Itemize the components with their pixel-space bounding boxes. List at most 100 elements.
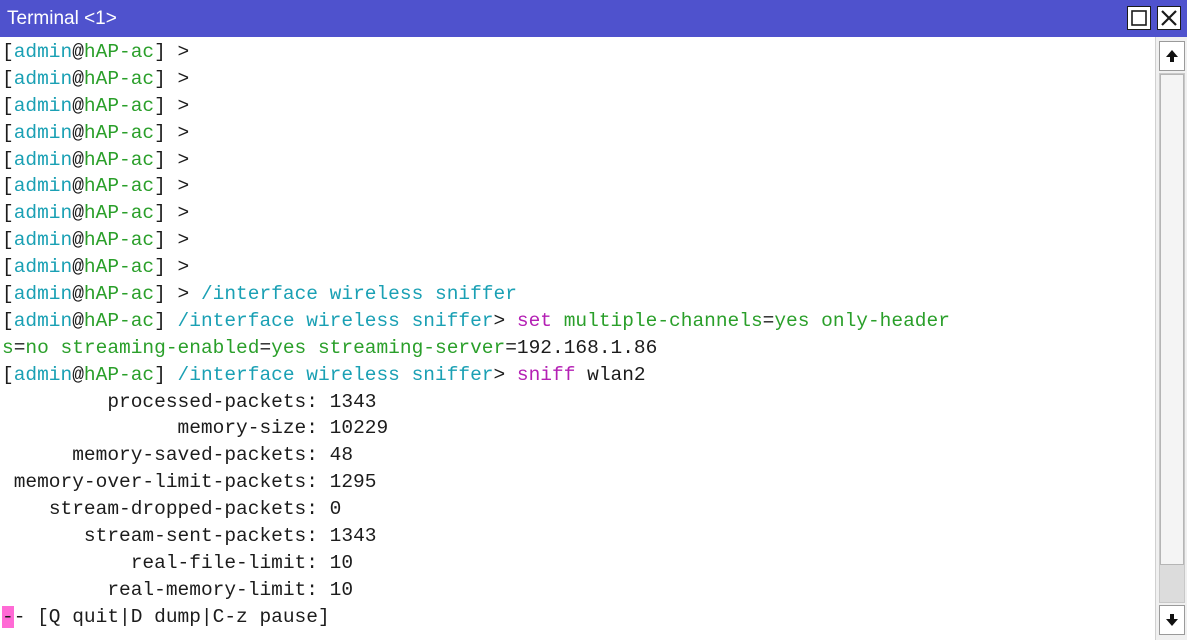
prompt-at: @ [72, 363, 84, 386]
stat-label: memory-over-limit-packets: [13, 471, 318, 494]
prompt-user: admin [13, 148, 73, 171]
prompt-user: admin [13, 121, 73, 144]
command-value: yes [271, 336, 307, 359]
prompt-bracket: ] [154, 363, 166, 386]
stat-value: 10 [329, 551, 354, 574]
prompt-user: admin [13, 202, 73, 225]
prompt-line: [admin@hAP-ac] > [2, 147, 950, 174]
command-param: s [2, 336, 14, 359]
prompt-at: @ [72, 121, 84, 144]
prompt-at: @ [72, 309, 84, 332]
command-param: only-header [821, 309, 950, 332]
prompt-user: admin [13, 309, 73, 332]
prompt-line: [admin@hAP-ac] > [2, 120, 950, 147]
command-equals: = [259, 336, 272, 359]
scroll-track[interactable] [1159, 73, 1185, 603]
prompt-arrow: > [177, 256, 190, 279]
stat-row: memory-size: 10229 [2, 415, 950, 442]
prompt-at: @ [72, 148, 84, 171]
prompt-bracket: ] [154, 256, 166, 279]
maximize-icon [1131, 10, 1147, 26]
prompt-arrow: > [177, 283, 190, 306]
prompt-at: @ [72, 41, 84, 63]
stat-row: memory-saved-packets: 48 [2, 442, 950, 469]
close-button[interactable] [1157, 6, 1181, 30]
command-param: multiple-channels [563, 309, 763, 332]
prompt-line: [admin@hAP-ac] > [2, 200, 950, 227]
status-line: -- [Q quit|D dump|C-z pause] [2, 604, 950, 631]
scroll-thumb[interactable] [1160, 74, 1184, 565]
prompt-bracket: [ [2, 202, 14, 225]
stat-label: real-memory-limit: [107, 578, 318, 601]
title-bar[interactable]: Terminal <1> [0, 0, 1187, 37]
prompt-host: hAP-ac [83, 67, 155, 90]
prompt-user: admin [13, 41, 73, 63]
prompt-arrow: > [177, 148, 190, 171]
prompt-host: hAP-ac [83, 363, 155, 386]
prompt-bracket: [ [2, 309, 14, 332]
command-equals: = [505, 336, 517, 359]
vertical-scrollbar[interactable] [1155, 37, 1187, 640]
prompt-arrow: > [177, 121, 190, 144]
stat-row: stream-sent-packets: 1343 [2, 523, 950, 550]
prompt-arrow: > [177, 67, 190, 90]
prompt-arrow: > [177, 229, 190, 252]
prompt-host: hAP-ac [83, 148, 155, 171]
stat-row: real-file-limit: 10 [2, 550, 950, 577]
prompt-path: /interface wireless sniffer [177, 363, 494, 386]
command-value: 192.168.1.86 [516, 336, 658, 359]
prompt-line: [admin@hAP-ac] > [2, 254, 950, 281]
command-line: [admin@hAP-ac] > /interface wireless sni… [2, 281, 950, 308]
prompt-arrow: > [177, 175, 190, 198]
prompt-host: hAP-ac [83, 121, 155, 144]
prompt-at: @ [72, 94, 84, 117]
prompt-at: @ [72, 256, 84, 279]
prompt-user: admin [13, 67, 73, 90]
terminal-output[interactable]: [admin@hAP-ac] > [admin@hAP-ac] > [admin@h… [0, 37, 1155, 640]
prompt-arrow: > [177, 94, 190, 117]
prompt-bracket: ] [154, 67, 166, 90]
prompt-line: [admin@hAP-ac] > [2, 93, 950, 120]
prompt-bracket: [ [2, 41, 14, 63]
command-value: no [25, 336, 49, 359]
stat-label: real-file-limit: [130, 551, 318, 574]
prompt-bracket: [ [2, 148, 14, 171]
prompt-bracket: ] [154, 229, 166, 252]
prompt-bracket: ] [154, 148, 166, 171]
prompt-at: @ [72, 67, 84, 90]
prompt-bracket: [ [2, 175, 14, 198]
prompt-user: admin [13, 256, 73, 279]
stat-value: 1295 [329, 471, 377, 494]
scroll-down-button[interactable] [1159, 605, 1185, 635]
prompt-bracket: ] [154, 41, 166, 63]
prompt-path: /interface wireless sniffer [177, 309, 494, 332]
prompt-bracket: [ [2, 67, 14, 90]
arrow-down-icon [1166, 614, 1178, 626]
command-line-wrap: s=no streaming-enabled=yes streaming-ser… [2, 335, 950, 362]
prompt-user: admin [13, 229, 73, 252]
command-line: [admin@hAP-ac] /interface wireless sniff… [2, 362, 950, 389]
prompt-bracket: [ [2, 283, 14, 306]
stat-label: stream-sent-packets: [83, 525, 318, 548]
maximize-button[interactable] [1127, 6, 1151, 30]
stat-value: 10229 [329, 417, 389, 440]
prompt-user: admin [13, 363, 73, 386]
prompt-bracket: [ [2, 94, 14, 117]
command-param: streaming-server [317, 336, 506, 359]
close-icon [1161, 10, 1177, 26]
scroll-up-button[interactable] [1159, 41, 1185, 71]
command-arg: wlan2 [587, 363, 646, 386]
prompt-host: hAP-ac [83, 309, 155, 332]
prompt-host: hAP-ac [83, 229, 155, 252]
prompt-at: @ [72, 175, 84, 198]
prompt-host: hAP-ac [83, 175, 155, 198]
command-text: /interface wireless sniffer [200, 283, 517, 306]
prompt-host: hAP-ac [83, 202, 155, 225]
status-hint: - [Q quit|D dump|C-z pause] [13, 605, 330, 628]
prompt-bracket: ] [154, 175, 166, 198]
terminal-window: Terminal <1> [admin@hAP-ac] > [admin@hAP-… [0, 0, 1187, 640]
prompt-host: hAP-ac [83, 41, 155, 63]
command-keyword: set [516, 309, 553, 332]
prompt-bracket: ] [154, 309, 166, 332]
stat-row: memory-over-limit-packets: 1295 [2, 469, 950, 496]
